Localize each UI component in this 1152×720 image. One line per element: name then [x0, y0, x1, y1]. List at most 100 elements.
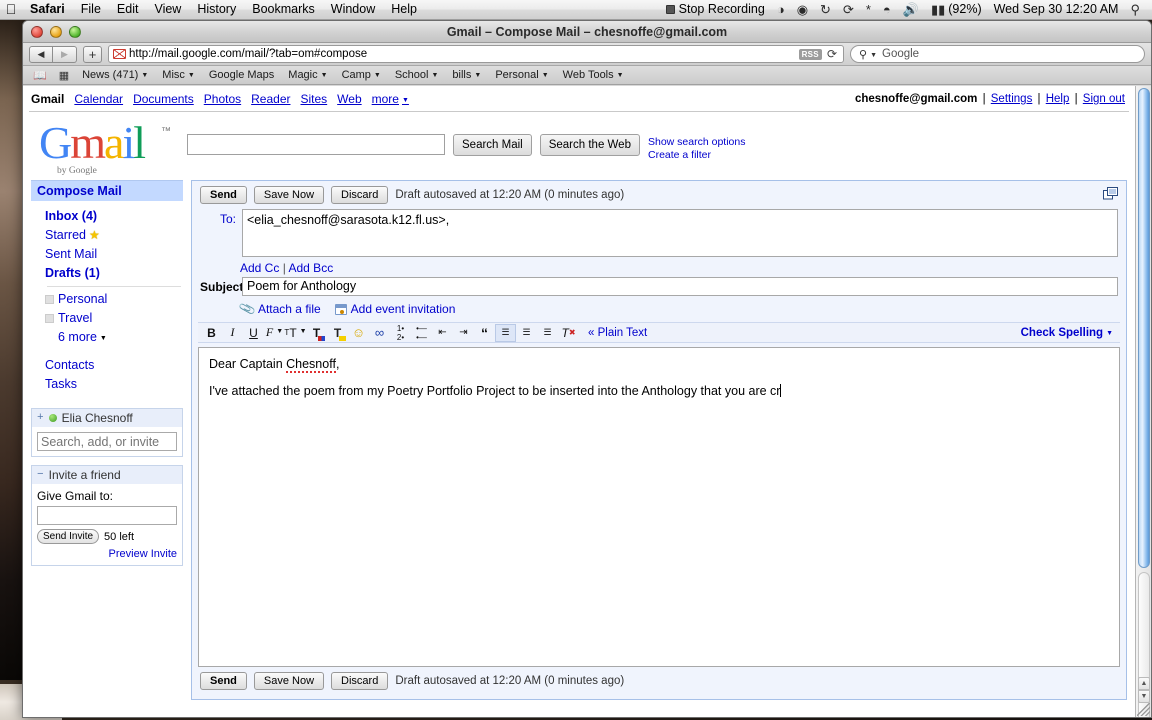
top-sites-icon[interactable]: ▦ — [54, 69, 74, 82]
bold-icon[interactable]: B — [201, 324, 222, 342]
show-search-options-link[interactable]: Show search options — [648, 136, 745, 149]
expand-chat-icon[interactable]: + — [37, 412, 44, 424]
window-resize-handle[interactable] — [1137, 703, 1150, 716]
create-filter-link[interactable]: Create a filter — [648, 149, 745, 162]
bookmark-google-maps[interactable]: Google Maps — [203, 68, 280, 82]
send-button-top[interactable]: Send — [200, 186, 247, 204]
menu-file[interactable]: File — [73, 0, 109, 19]
scroll-up-button[interactable]: ▲ — [1138, 677, 1150, 690]
invite-email-input[interactable] — [37, 506, 177, 525]
text-color-icon[interactable]: T — [306, 324, 327, 342]
scrollbar-thumb[interactable] — [1138, 88, 1150, 568]
search-mail-button[interactable]: Search Mail — [453, 134, 532, 156]
help-link[interactable]: Help — [1046, 93, 1070, 105]
sidebar-item-drafts[interactable]: Drafts (1) — [45, 264, 183, 283]
sign-out-link[interactable]: Sign out — [1083, 93, 1125, 105]
collapse-invite-icon[interactable]: − — [37, 469, 44, 481]
browser-search-field[interactable]: ⚲ ▼ Google — [850, 45, 1145, 63]
menu-bookmarks[interactable]: Bookmarks — [244, 0, 323, 19]
insert-emoticon-icon[interactable]: ☺ — [348, 324, 369, 342]
add-event-invitation-link[interactable]: Add event invitation — [334, 302, 455, 316]
pop-out-window-icon[interactable] — [1103, 187, 1118, 200]
remove-formatting-icon[interactable]: T ✖ — [558, 324, 579, 342]
gnav-web[interactable]: Web — [337, 92, 361, 106]
menu-edit[interactable]: Edit — [109, 0, 147, 19]
to-label[interactable]: To: — [200, 209, 242, 226]
sidebar-item-compose-mail[interactable]: Compose Mail — [31, 180, 183, 201]
align-center-icon[interactable]: ☰ — [516, 324, 537, 342]
bookmark-web-tools[interactable]: Web Tools ▼ — [557, 68, 630, 82]
app-status-icon[interactable]: ◉ — [791, 0, 814, 19]
menu-safari[interactable]: Safari — [22, 0, 73, 19]
gnav-gmail[interactable]: Gmail — [31, 92, 64, 106]
menu-window[interactable]: Window — [323, 0, 383, 19]
clock[interactable]: Wed Sep 30 12:20 AM — [988, 0, 1125, 19]
to-input[interactable]: <elia_chesnoff@sarasota.k12.fl.us>, — [242, 209, 1118, 257]
window-title-bar[interactable]: Gmail – Compose Mail – chesnoffe@gmail.c… — [23, 21, 1151, 43]
bookmark-school[interactable]: School ▼ — [389, 68, 445, 82]
chat-panel-header[interactable]: + Elia Chesnoff — [32, 409, 182, 427]
gnav-more[interactable]: more ▼ — [372, 92, 409, 106]
sync-icon[interactable]: ⟳ — [837, 0, 860, 19]
align-left-icon[interactable]: ☰ — [495, 323, 516, 342]
highlight-color-icon[interactable]: T — [327, 324, 348, 342]
align-right-icon[interactable]: ☰ — [537, 324, 558, 342]
battery-status[interactable]: ▮▮ (92%) — [925, 0, 988, 19]
wifi-icon[interactable]: ◓ — [877, 0, 897, 19]
discard-button-top[interactable]: Discard — [331, 186, 389, 204]
save-now-button-bottom[interactable]: Save Now — [253, 672, 325, 690]
bookmark-bills[interactable]: bills ▼ — [446, 68, 487, 82]
rss-badge[interactable]: RSS — [798, 48, 822, 60]
bookmark-news[interactable]: News (471) ▼ — [76, 68, 154, 82]
sidebar-item-inbox[interactable]: Inbox (4) — [45, 207, 183, 226]
close-button[interactable] — [31, 25, 43, 38]
numbered-list-icon[interactable]: 1• 2• — [390, 324, 411, 342]
bulleted-list-icon[interactable]: •— •— — [411, 324, 432, 342]
add-bookmark-button[interactable]: + — [83, 45, 102, 63]
check-spelling-link[interactable]: Check Spelling ▼ — [1021, 327, 1113, 339]
apple-menu-icon[interactable]:  — [0, 2, 22, 18]
gnav-sites[interactable]: Sites — [300, 92, 327, 106]
sidebar-item-starred[interactable]: Starred ★ — [45, 226, 183, 245]
gnav-documents[interactable]: Documents — [133, 92, 194, 106]
settings-link[interactable]: Settings — [991, 93, 1033, 105]
save-now-button-top[interactable]: Save Now — [253, 186, 325, 204]
stop-recording-status[interactable]: Stop Recording — [660, 0, 771, 19]
bookmark-personal[interactable]: Personal ▼ — [489, 68, 554, 82]
gnav-reader[interactable]: Reader — [251, 92, 290, 106]
sidebar-item-tasks[interactable]: Tasks — [45, 375, 183, 394]
font-family-icon[interactable]: F ▼ — [264, 324, 285, 342]
volume-icon[interactable]: 🔊 — [897, 0, 925, 19]
insert-link-icon[interactable]: ∞ — [369, 324, 390, 342]
gnav-calendar[interactable]: Calendar — [74, 92, 123, 106]
invite-panel-header[interactable]: − Invite a friend — [32, 466, 182, 484]
quote-icon[interactable]: “ — [474, 324, 495, 342]
subject-input[interactable]: Poem for Anthology — [242, 277, 1118, 296]
attach-a-file-link[interactable]: 📎Attach a file — [238, 300, 321, 318]
chat-search-input[interactable] — [37, 432, 177, 451]
add-cc-link[interactable]: Add Cc — [240, 261, 279, 275]
bookmark-camp[interactable]: Camp ▼ — [336, 68, 387, 82]
search-input[interactable] — [187, 134, 445, 155]
menu-help[interactable]: Help — [383, 0, 425, 19]
address-bar[interactable]: http://mail.google.com/mail/?tab=om#comp… — [108, 45, 844, 63]
time-machine-icon[interactable]: ↻ — [814, 0, 837, 19]
bookmark-magic[interactable]: Magic ▼ — [282, 68, 333, 82]
zoom-button[interactable] — [69, 25, 81, 38]
add-bcc-link[interactable]: Add Bcc — [289, 261, 334, 275]
bluetooth-icon[interactable]: * — [860, 0, 877, 19]
spotlight-search-icon[interactable]: ⚲ — [1124, 0, 1146, 19]
minimize-button[interactable] — [50, 25, 62, 38]
gmail-logo[interactable]: Gmail ™ by Google — [35, 120, 175, 177]
sidebar-item-sent-mail[interactable]: Sent Mail — [45, 245, 183, 264]
page-scrollbar[interactable]: ▲ ▼ — [1135, 86, 1151, 717]
sidebar-item-personal[interactable]: Personal — [45, 290, 183, 309]
back-button[interactable]: ◀ — [29, 45, 53, 63]
send-button-bottom[interactable]: Send — [200, 672, 247, 690]
sidebar-item-travel[interactable]: Travel — [45, 309, 183, 328]
indent-icon[interactable]: ⇥ — [453, 324, 474, 342]
menu-history[interactable]: History — [189, 0, 244, 19]
menu-view[interactable]: View — [146, 0, 189, 19]
italic-icon[interactable]: I — [222, 324, 243, 342]
gnav-photos[interactable]: Photos — [204, 92, 241, 106]
